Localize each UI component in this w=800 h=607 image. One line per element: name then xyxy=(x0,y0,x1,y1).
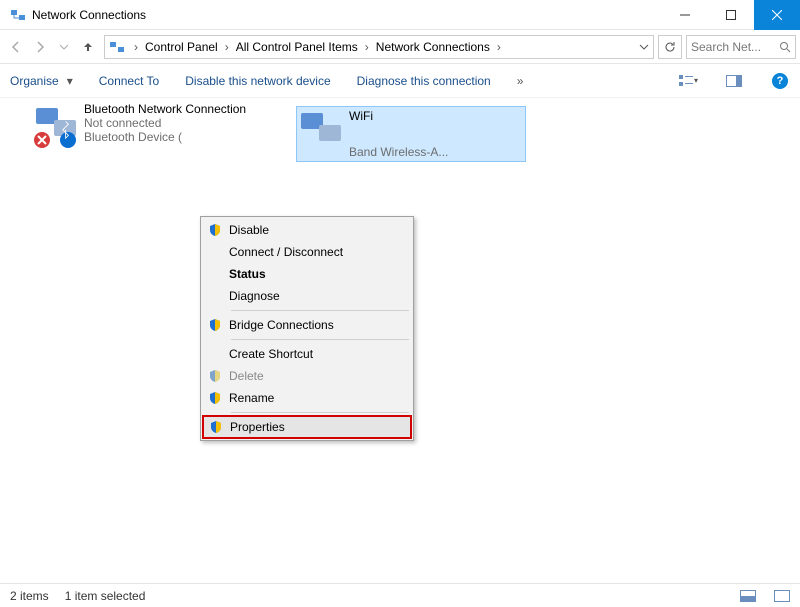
maximize-button[interactable] xyxy=(708,0,754,30)
breadcrumb-seg-2[interactable]: All Control Panel Items xyxy=(234,40,360,54)
adapter-name: Bluetooth Network Connection xyxy=(84,102,246,116)
menu-separator xyxy=(231,339,409,340)
titlebar: Network Connections xyxy=(0,0,800,30)
ctx-properties[interactable]: Properties xyxy=(202,415,412,439)
ctx-shortcut[interactable]: Create Shortcut xyxy=(203,343,411,365)
large-icons-view-button[interactable] xyxy=(774,590,790,602)
close-button[interactable] xyxy=(754,0,800,30)
adapter-device: Bluetooth Device ( xyxy=(84,130,246,144)
ctx-diagnose[interactable]: Diagnose xyxy=(203,285,411,307)
search-icon xyxy=(779,41,791,53)
adapter-wifi[interactable]: WiFi Band Wireless-A... xyxy=(296,106,526,162)
ctx-connect[interactable]: Connect / Disconnect xyxy=(203,241,411,263)
recent-dropdown[interactable] xyxy=(52,35,76,59)
ctx-bridge[interactable]: Bridge Connections xyxy=(203,314,411,336)
status-item-count: 2 items xyxy=(10,589,49,603)
up-button[interactable] xyxy=(76,35,100,59)
preview-pane-button[interactable] xyxy=(724,71,744,91)
chevron-down-icon[interactable] xyxy=(639,42,649,52)
adapter-status: Not connected xyxy=(84,116,246,130)
forward-button[interactable] xyxy=(28,35,52,59)
chevron-right-icon: › xyxy=(129,40,143,54)
shield-icon xyxy=(208,223,222,237)
ctx-rename[interactable]: Rename xyxy=(203,387,411,409)
network-adapter-icon xyxy=(297,107,345,155)
overflow-chevrons-icon[interactable]: » xyxy=(517,74,524,88)
statusbar: 2 items 1 item selected xyxy=(0,583,800,607)
ctx-delete: Delete xyxy=(203,365,411,387)
menu-separator xyxy=(231,310,409,311)
toolbar: Organise ▾ Connect To Disable this netwo… xyxy=(0,64,800,98)
search-input[interactable]: Search Net... xyxy=(686,35,796,59)
minimize-button[interactable] xyxy=(662,0,708,30)
content-area: Bluetooth Network Connection Not connect… xyxy=(0,98,800,578)
window-title: Network Connections xyxy=(32,8,146,22)
ctx-disable[interactable]: Disable xyxy=(203,219,411,241)
shield-icon xyxy=(208,391,222,405)
adapter-name: WiFi xyxy=(349,109,448,123)
disable-device-button[interactable]: Disable this network device xyxy=(185,74,330,88)
navbar: › Control Panel › All Control Panel Item… xyxy=(0,30,800,64)
refresh-button[interactable] xyxy=(658,35,682,59)
shield-icon xyxy=(208,369,222,383)
control-panel-icon xyxy=(109,39,125,55)
adapter-device: Band Wireless-A... xyxy=(349,145,448,159)
chevron-right-icon: › xyxy=(220,40,234,54)
search-placeholder: Search Net... xyxy=(691,40,761,54)
back-button[interactable] xyxy=(4,35,28,59)
app-icon xyxy=(10,7,26,23)
chevron-down-icon[interactable]: ▾ xyxy=(67,74,73,88)
network-adapter-icon xyxy=(32,102,80,150)
breadcrumb-seg-3[interactable]: Network Connections xyxy=(374,40,492,54)
shield-icon xyxy=(209,420,223,434)
chevron-right-icon: › xyxy=(492,40,506,54)
ctx-status[interactable]: Status xyxy=(203,263,411,285)
diagnose-connection-button[interactable]: Diagnose this connection xyxy=(357,74,491,88)
connect-to-button[interactable]: Connect To xyxy=(99,74,160,88)
menu-separator xyxy=(231,412,409,413)
breadcrumb-seg-1[interactable]: Control Panel xyxy=(143,40,220,54)
shield-icon xyxy=(208,318,222,332)
adapter-bluetooth[interactable]: Bluetooth Network Connection Not connect… xyxy=(32,102,272,150)
details-view-button[interactable] xyxy=(740,590,756,602)
breadcrumb[interactable]: › Control Panel › All Control Panel Item… xyxy=(104,35,654,59)
view-options-button[interactable]: ▾ xyxy=(678,71,698,91)
organise-menu[interactable]: Organise xyxy=(10,74,59,88)
help-button[interactable]: ? xyxy=(770,71,790,91)
status-selected-count: 1 item selected xyxy=(65,589,146,603)
context-menu: Disable Connect / Disconnect Status Diag… xyxy=(200,216,414,441)
chevron-right-icon: › xyxy=(360,40,374,54)
